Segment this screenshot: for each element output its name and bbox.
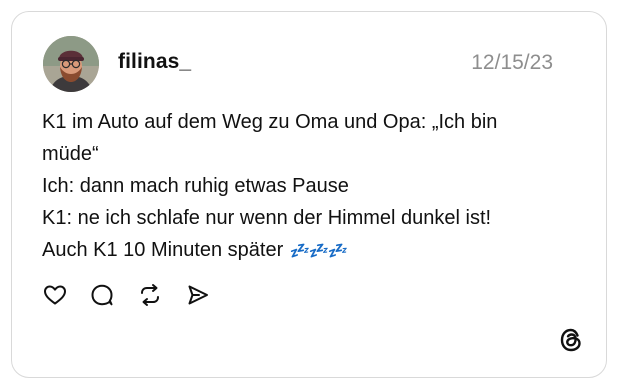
- avatar-image: [43, 36, 99, 92]
- post-card: filinas_ 12/15/23 K1 im Auto auf dem Weg…: [11, 11, 607, 378]
- username[interactable]: filinas_: [118, 50, 191, 74]
- post-date: 12/15/23: [471, 51, 553, 74]
- comment-icon[interactable]: [89, 282, 115, 308]
- post-text-line: K1 im Auto auf dem Weg zu Oma und Opa: „…: [42, 111, 498, 133]
- heart-icon[interactable]: [42, 282, 68, 308]
- post-text-line: K1: ne ich schlafe nur wenn der Himmel d…: [42, 207, 492, 229]
- repost-icon[interactable]: [137, 282, 163, 308]
- post-text-last-text: Auch K1 10 Minuten später: [42, 239, 289, 261]
- avatar[interactable]: [43, 36, 99, 92]
- post-text-line-last: Auch K1 10 Minuten später 💤💤💤: [42, 234, 582, 267]
- share-icon[interactable]: [185, 282, 211, 308]
- threads-logo-icon: [557, 326, 585, 354]
- post-text-line: Ich: dann mach ruhig etwas Pause: [42, 175, 349, 197]
- post-text: K1 im Auto auf dem Weg zu Oma und Opa: „…: [42, 106, 582, 267]
- post-text-line: müde“: [42, 143, 99, 165]
- sleep-emoji-icons: 💤💤💤: [288, 241, 347, 260]
